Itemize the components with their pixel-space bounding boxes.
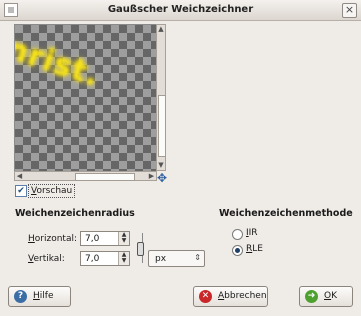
radio-iir[interactable] <box>232 229 243 240</box>
preview-checkbox-label[interactable]: Vorschau <box>28 184 76 198</box>
window-title: Gaußscher Weichzeichner <box>107 4 254 15</box>
radio-iir-label[interactable]: IIR <box>246 228 258 238</box>
cancel-button-label: Abbrechen <box>218 291 267 301</box>
preview-text: nrist. <box>14 31 105 94</box>
blur-preview[interactable]: nrist. <box>14 24 157 173</box>
ok-button-label: OK <box>324 291 337 301</box>
preview-checkbox[interactable]: ✔ <box>15 185 27 197</box>
preview-vertical-scrollbar[interactable]: ▲ ▼ <box>156 24 166 171</box>
title-bar: Gaußscher Weichzeichner × <box>0 0 361 21</box>
cancel-icon: ✕ <box>199 290 212 303</box>
method-heading: Weichenzeichenmethode <box>219 208 353 219</box>
ok-icon: ➜ <box>305 290 318 303</box>
scroll-right-icon[interactable]: ▶ <box>147 172 156 180</box>
vertical-spinbox[interactable]: 7,0 ▲ ▼ <box>80 251 130 266</box>
horizontal-value[interactable]: 7,0 <box>85 234 99 244</box>
preview-horizontal-scrollbar[interactable]: ◀ ▶ <box>14 171 157 181</box>
vertical-label: Vertikal: <box>28 254 65 264</box>
unit-value: px <box>155 254 167 264</box>
navigate-icon[interactable]: ✥ <box>157 172 169 184</box>
vertical-scroll-thumb[interactable] <box>158 95 166 157</box>
radio-rle-label[interactable]: RLE <box>246 244 263 254</box>
chain-link-toggle[interactable] <box>134 233 144 263</box>
vertical-value[interactable]: 7,0 <box>85 254 99 264</box>
horizontal-spinbox[interactable]: 7,0 ▲ ▼ <box>80 231 130 246</box>
help-button[interactable]: ? Hilfe <box>8 286 71 307</box>
ok-button[interactable]: ➜ OK <box>299 286 353 307</box>
chain-icon <box>137 242 144 256</box>
help-button-label: Hilfe <box>33 291 54 301</box>
cancel-button[interactable]: ✕ Abbrechen <box>193 286 268 307</box>
radius-heading: Weichenzeichenradius <box>15 208 135 219</box>
scroll-up-icon[interactable]: ▲ <box>157 25 165 34</box>
close-icon[interactable]: × <box>342 3 357 18</box>
dropdown-arrow-icon: ⇕ <box>194 253 201 262</box>
scroll-down-icon[interactable]: ▼ <box>157 161 165 170</box>
horizontal-label: Horizontal: <box>28 234 77 244</box>
vertical-stepper[interactable]: ▲ ▼ <box>118 252 129 265</box>
radio-rle[interactable] <box>232 245 243 256</box>
horizontal-scroll-thumb[interactable] <box>75 173 135 181</box>
scroll-left-icon[interactable]: ◀ <box>15 172 24 180</box>
horizontal-stepper[interactable]: ▲ ▼ <box>118 232 129 245</box>
unit-select[interactable]: px ⇕ <box>148 250 205 267</box>
help-icon: ? <box>14 290 27 303</box>
